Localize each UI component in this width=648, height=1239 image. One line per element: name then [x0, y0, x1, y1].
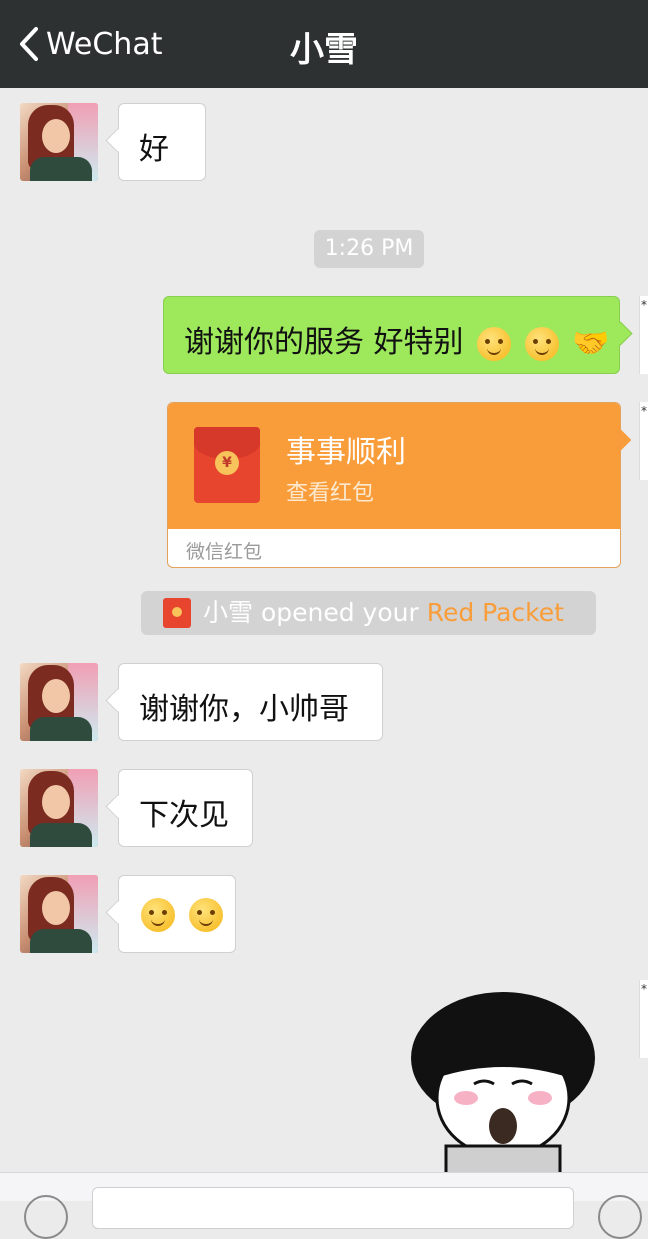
message-bubble-sent[interactable]: 谢谢你的服务 好特别 🤝 — [163, 296, 620, 374]
input-toolbar — [0, 1172, 648, 1239]
message-bubble-received[interactable]: 谢谢你，小帅哥 — [118, 663, 383, 741]
handshake-icon: 🤝 — [572, 326, 610, 361]
message-text: 好 — [139, 132, 169, 167]
notice-text: opened your — [253, 598, 427, 627]
smiling-face-icon — [477, 326, 512, 361]
cartoon-sticker-icon[interactable] — [408, 986, 598, 1176]
my-avatar[interactable]: * — [639, 296, 648, 374]
red-packet-footer: 微信红包 — [186, 541, 263, 563]
red-packet-subtitle: 查看红包 — [286, 481, 375, 506]
my-avatar[interactable]: * — [639, 402, 648, 480]
voice-icon[interactable] — [24, 1195, 68, 1239]
yuan-coin-icon: ¥ — [215, 451, 239, 475]
message-text: 下次见 — [139, 798, 229, 833]
emoji-icon[interactable] — [598, 1195, 642, 1239]
notice-name: 小雪 — [203, 598, 254, 627]
red-packet-opened-notice: 小雪 opened your Red Packet — [141, 591, 596, 635]
red-packet-title: 事事顺利 — [286, 435, 406, 470]
message-text: 谢谢你的服务 好特别 — [184, 325, 464, 360]
smiling-face-icon — [141, 897, 175, 932]
red-packet-card[interactable]: ¥ 事事顺利 查看红包 微信红包 — [167, 402, 621, 568]
message-bubble-received[interactable] — [118, 875, 236, 953]
contact-avatar[interactable] — [20, 103, 98, 181]
message-bubble-received[interactable]: 下次见 — [118, 769, 253, 847]
contact-avatar[interactable] — [20, 769, 98, 847]
smiling-face-icon — [524, 326, 559, 361]
red-envelope-icon: ¥ — [194, 427, 260, 503]
nav-bar: WeChat 小雪 — [0, 0, 648, 88]
timestamp: 1:26 PM — [314, 230, 424, 268]
my-avatar[interactable]: * — [639, 980, 648, 1058]
message-input[interactable] — [92, 1187, 574, 1229]
contact-avatar[interactable] — [20, 663, 98, 741]
message-text: 谢谢你，小帅哥 — [139, 692, 349, 727]
red-packet-link[interactable]: Red Packet — [427, 598, 564, 627]
red-envelope-icon — [163, 598, 191, 628]
contact-avatar[interactable] — [20, 875, 98, 953]
smiling-face-icon — [188, 897, 223, 932]
message-bubble-received[interactable]: 好 — [118, 103, 206, 181]
chat-title: 小雪 — [290, 30, 358, 70]
